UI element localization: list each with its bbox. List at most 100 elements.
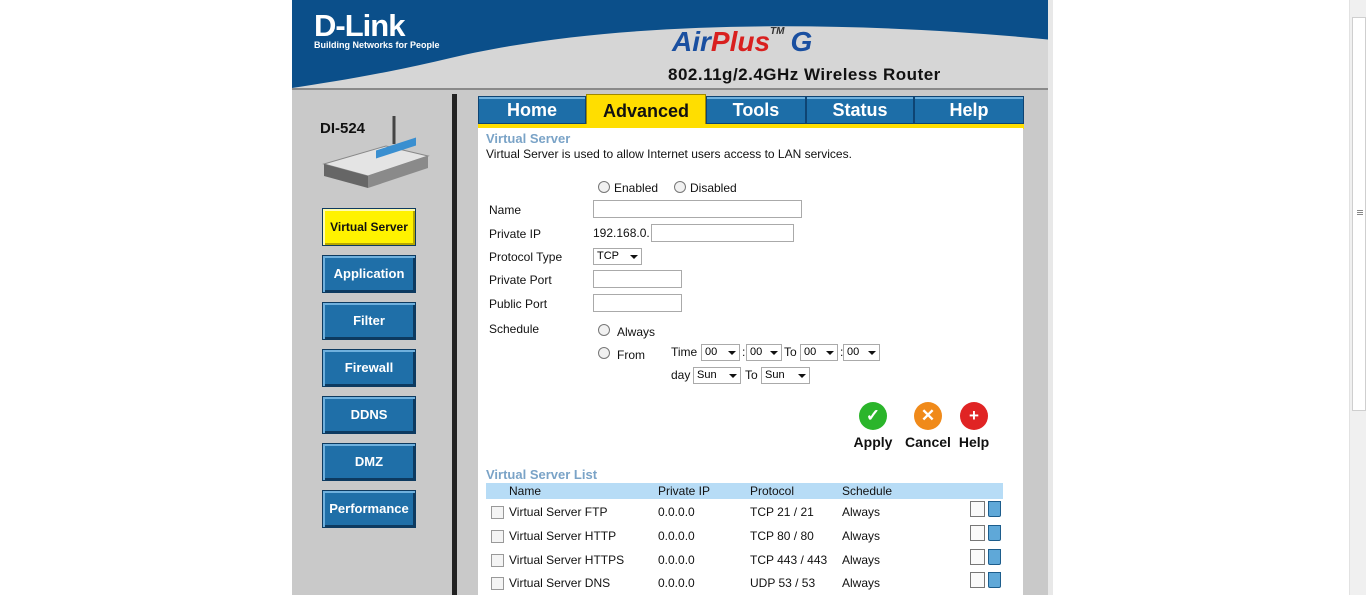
chevron-down-icon xyxy=(798,374,806,378)
airplus-g-logo: AirPlusTM G xyxy=(672,26,812,58)
apply-button[interactable]: ✓ Apply xyxy=(852,402,894,450)
time-from-min-value: 00 xyxy=(750,346,763,358)
chevron-down-icon xyxy=(728,351,736,355)
header-name: Name xyxy=(509,484,542,498)
disabled-label: Disabled xyxy=(690,181,737,195)
schedule-from-label: From xyxy=(617,348,645,362)
public-port-input[interactable] xyxy=(593,294,682,312)
private-ip-input[interactable] xyxy=(651,224,794,242)
sidebar-item-ddns[interactable]: DDNS xyxy=(322,396,416,434)
dlink-tagline: Building Networks for People xyxy=(314,40,440,50)
row-protocol: TCP 21 / 21 xyxy=(750,505,814,519)
time-from-hour-select[interactable]: 00 xyxy=(701,344,740,361)
header: D-Link Building Networks for People AirP… xyxy=(292,0,1053,88)
sidebar-item-application[interactable]: Application xyxy=(322,255,416,293)
public-port-label: Public Port xyxy=(489,297,548,311)
time-from-min-select[interactable]: 00 xyxy=(746,344,782,361)
page-right-edge xyxy=(1048,0,1053,595)
row-schedule: Always xyxy=(842,505,881,519)
router-admin-page: D-Link Building Networks for People AirP… xyxy=(292,0,1053,595)
time-to-min-select[interactable]: 00 xyxy=(843,344,880,361)
day-from-select[interactable]: Sun xyxy=(693,367,741,384)
schedule-label: Schedule xyxy=(489,322,540,336)
row-protocol: TCP 80 / 80 xyxy=(750,529,814,543)
airplus-plus: Plus xyxy=(710,26,771,57)
day-to-value: Sun xyxy=(765,369,785,381)
airplus-air: Air xyxy=(672,26,711,57)
plus-icon: + xyxy=(960,402,988,430)
header-private-ip: Private IP xyxy=(658,484,711,498)
enabled-label: Enabled xyxy=(614,181,659,195)
day-to-label: To xyxy=(745,368,758,382)
tab-tools[interactable]: Tools xyxy=(706,96,806,124)
day-to-select[interactable]: Sun xyxy=(761,367,810,384)
row-checkbox[interactable] xyxy=(491,554,504,567)
sidebar-item-dmz[interactable]: DMZ xyxy=(322,443,416,481)
schedule-always-radio[interactable] xyxy=(598,324,610,336)
help-button[interactable]: + Help xyxy=(956,402,992,450)
product-subtitle: 802.11g/2.4GHz Wireless Router xyxy=(668,65,941,84)
row-name: Virtual Server DNS xyxy=(509,576,611,590)
tab-home[interactable]: Home xyxy=(478,96,586,124)
edit-icon[interactable] xyxy=(970,501,985,517)
name-input[interactable] xyxy=(593,200,802,218)
chevron-down-icon xyxy=(729,374,737,378)
table-row: Virtual Server FTP 0.0.0.0 TCP 21 / 21 A… xyxy=(486,501,1003,523)
chevron-down-icon xyxy=(868,351,876,355)
disabled-radio[interactable] xyxy=(674,181,686,193)
edit-icon[interactable] xyxy=(970,549,985,565)
edit-icon[interactable] xyxy=(970,572,985,588)
time-to-hour-select[interactable]: 00 xyxy=(800,344,838,361)
table-row: Virtual Server HTTPS 0.0.0.0 TCP 443 / 4… xyxy=(486,549,1003,571)
section-description: Virtual Server is used to allow Internet… xyxy=(486,147,852,161)
sidebar-item-filter[interactable]: Filter xyxy=(322,302,416,340)
time-to-min-value: 00 xyxy=(847,346,860,358)
private-ip-prefix: 192.168.0. xyxy=(593,226,650,240)
trash-icon[interactable] xyxy=(988,525,1001,541)
time-label: Time xyxy=(671,345,698,359)
enabled-radio[interactable] xyxy=(598,181,610,193)
protocol-value: TCP xyxy=(597,250,619,262)
schedule-from-radio[interactable] xyxy=(598,347,610,359)
dlink-logo: D-Link xyxy=(314,8,405,43)
chevron-down-icon xyxy=(826,351,834,355)
cancel-button[interactable]: ✕ Cancel xyxy=(903,402,953,450)
trash-icon[interactable] xyxy=(988,501,1001,517)
chevron-down-icon xyxy=(630,255,638,259)
tab-status[interactable]: Status xyxy=(806,96,914,124)
row-checkbox[interactable] xyxy=(491,506,504,519)
sidebar-item-performance[interactable]: Performance xyxy=(322,490,416,528)
list-header: Name Private IP Protocol Schedule xyxy=(486,483,1003,499)
header-divider xyxy=(292,88,1053,90)
scrollbar-thumb[interactable] xyxy=(1352,17,1366,411)
vertical-scrollbar[interactable] xyxy=(1349,0,1366,595)
sidebar-divider xyxy=(452,94,457,595)
cancel-label: Cancel xyxy=(905,434,951,450)
row-protocol: TCP 443 / 443 xyxy=(750,553,828,567)
table-row: Virtual Server HTTP 0.0.0.0 TCP 80 / 80 … xyxy=(486,525,1003,547)
sidebar-item-virtual-server[interactable]: Virtual Server xyxy=(322,208,416,246)
section-title: Virtual Server xyxy=(486,131,571,146)
row-checkbox[interactable] xyxy=(491,530,504,543)
row-private-ip: 0.0.0.0 xyxy=(658,529,695,543)
private-ip-label: Private IP xyxy=(489,227,542,241)
apply-label: Apply xyxy=(853,434,893,450)
schedule-always-label: Always xyxy=(617,325,656,339)
trash-icon[interactable] xyxy=(988,549,1001,565)
help-label: Help xyxy=(958,434,990,450)
row-name: Virtual Server HTTP xyxy=(509,529,617,543)
checkmark-icon: ✓ xyxy=(859,402,887,430)
router-image-icon xyxy=(322,116,430,188)
row-checkbox[interactable] xyxy=(491,577,504,590)
tab-advanced[interactable]: Advanced xyxy=(586,94,706,126)
protocol-select[interactable]: TCP xyxy=(593,248,642,265)
private-port-label: Private Port xyxy=(489,273,552,287)
private-port-input[interactable] xyxy=(593,270,682,288)
sidebar-item-firewall[interactable]: Firewall xyxy=(322,349,416,387)
airplus-tm: TM xyxy=(770,26,785,37)
row-private-ip: 0.0.0.0 xyxy=(658,505,695,519)
edit-icon[interactable] xyxy=(970,525,985,541)
trash-icon[interactable] xyxy=(988,572,1001,588)
row-private-ip: 0.0.0.0 xyxy=(658,553,695,567)
tab-help[interactable]: Help xyxy=(914,96,1024,124)
